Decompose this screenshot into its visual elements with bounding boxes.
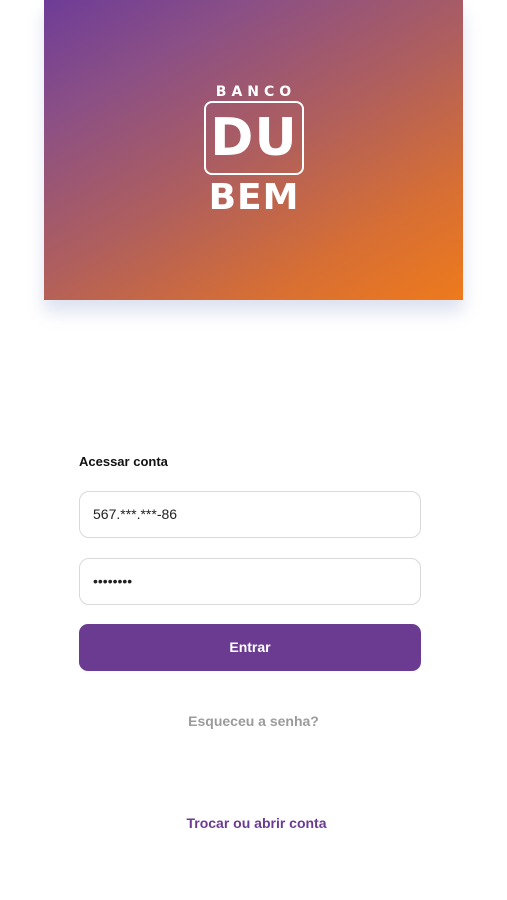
switch-account-link[interactable]: Trocar ou abrir conta	[0, 814, 507, 832]
banco-du-bem-logo: BANCO DU BEM	[203, 84, 305, 218]
cpf-value: 567.***.***-86	[93, 506, 178, 522]
password-field[interactable]: ••••••••	[79, 558, 421, 605]
logo-banco-text: BANCO	[215, 84, 297, 100]
logo-du-frame: DU	[204, 101, 304, 175]
cpf-field[interactable]: 567.***.***-86	[79, 491, 421, 538]
logo-du-text: DU	[210, 108, 298, 168]
login-screen: BANCO DU BEM Acessar conta 567.***.***-8…	[0, 0, 507, 900]
brand-header: BANCO DU BEM	[44, 0, 463, 300]
login-button[interactable]: Entrar	[79, 624, 421, 671]
logo-bem-text: BEM	[208, 177, 300, 218]
form-title: Acessar conta	[79, 454, 168, 469]
forgot-password-link[interactable]: Esqueceu a senha?	[0, 712, 507, 730]
password-value: ••••••••	[93, 573, 133, 589]
